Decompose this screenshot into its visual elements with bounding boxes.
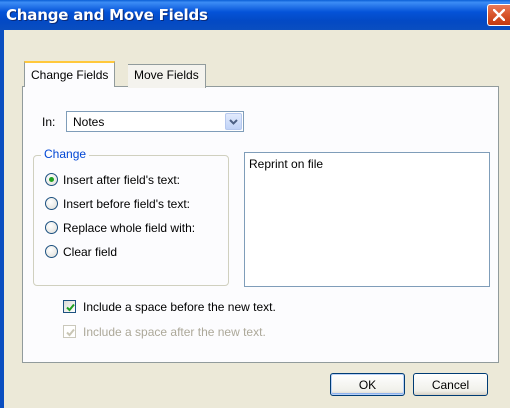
radio-button[interactable] bbox=[45, 245, 58, 258]
space-after-label: Include a space after the new text. bbox=[83, 325, 266, 339]
dropdown-button[interactable] bbox=[225, 113, 242, 130]
radio-button[interactable] bbox=[45, 197, 58, 210]
in-field-value: Notes bbox=[73, 115, 105, 129]
new-text-value: Reprint on file bbox=[249, 157, 324, 171]
radio-label: Insert before field's text: bbox=[63, 197, 191, 211]
radio-label: Insert after field's text: bbox=[63, 173, 181, 187]
change-group-legend: Change bbox=[41, 147, 90, 161]
change-and-move-fields-dialog: Change and Move Fields Change Fields Mov… bbox=[0, 0, 510, 408]
title-bar[interactable]: Change and Move Fields bbox=[0, 0, 510, 30]
tab-change-fields[interactable]: Change Fields bbox=[24, 61, 116, 87]
window-frame bbox=[0, 30, 4, 408]
space-before-label: Include a space before the new text. bbox=[83, 300, 276, 314]
cancel-button[interactable]: Cancel bbox=[413, 373, 488, 396]
ok-button[interactable]: OK bbox=[330, 373, 405, 396]
tab-move-fields[interactable]: Move Fields bbox=[128, 64, 206, 88]
in-field-select[interactable]: Notes bbox=[66, 111, 244, 132]
radio-button[interactable] bbox=[45, 221, 58, 234]
radio-label: Clear field bbox=[63, 245, 118, 259]
radio-selected-dot bbox=[49, 177, 54, 182]
space-before-checkbox[interactable] bbox=[63, 300, 76, 313]
new-text-area[interactable]: Reprint on file bbox=[244, 152, 490, 287]
in-label: In: bbox=[42, 115, 56, 129]
close-button[interactable] bbox=[487, 4, 510, 26]
window-title: Change and Move Fields bbox=[6, 6, 208, 24]
radio-button[interactable] bbox=[45, 173, 58, 186]
space-after-checkbox bbox=[63, 325, 76, 338]
radio-label: Replace whole field with: bbox=[63, 221, 196, 235]
